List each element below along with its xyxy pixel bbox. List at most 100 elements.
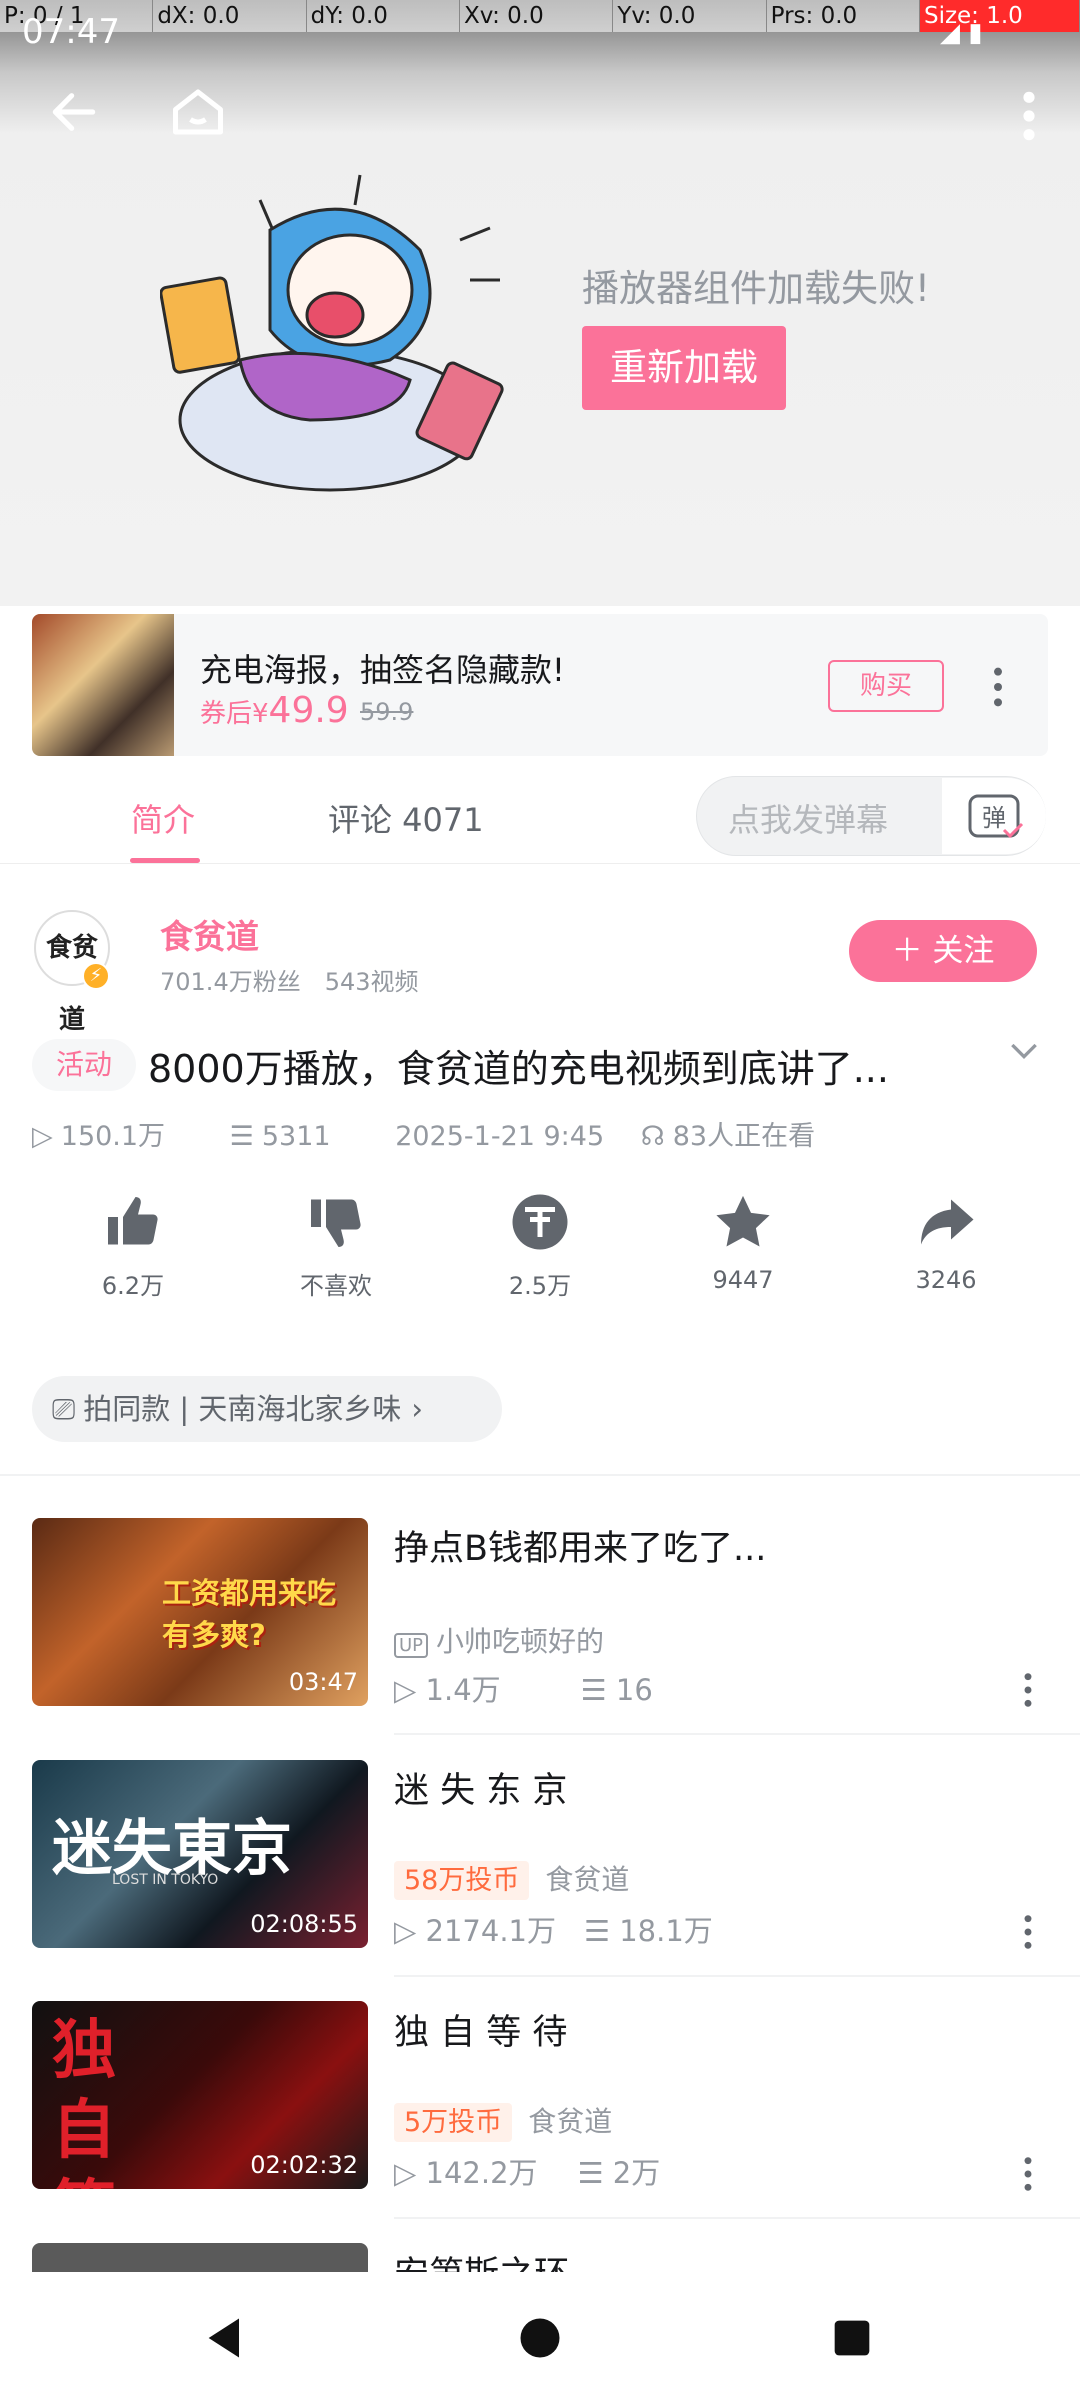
debug-dy: dY: 0.0 <box>307 0 460 32</box>
activity-tag[interactable]: 活动 <box>32 1039 136 1091</box>
favorite-button[interactable]: 9447 <box>673 1192 813 1294</box>
share-button[interactable]: 3246 <box>876 1192 1016 1294</box>
nav-recents-icon[interactable] <box>826 2312 878 2368</box>
danmaku-icon: 弹 <box>968 794 1024 839</box>
watching-people-icon: ☊ <box>640 1121 665 1152</box>
dislike-icon <box>266 1192 406 1258</box>
coin-badge: 58万投币 <box>394 1861 530 1900</box>
video-meta-row: ▷ 150.1万 ☰ 5311 2025-1-21 9:45 ☊ 83人正在看 <box>32 1114 871 1153</box>
ad-more-icon[interactable] <box>988 664 1008 714</box>
danmaku-toggle-button[interactable]: 弹 <box>942 778 1046 854</box>
section-divider <box>0 1474 1080 1476</box>
screen: { "debug": {"items":["P: 0 / 1","dX: 0.0… <box>0 0 1080 2400</box>
tab-active-underline <box>130 858 200 863</box>
coin-badge: 5万投币 <box>394 2103 513 2142</box>
debug-yv: Yv: 0.0 <box>613 0 767 32</box>
product-ad-price: 券后¥49.9 <box>200 690 349 731</box>
danmaku-value: 18.1万 <box>619 1914 713 1948</box>
same-style-label: 拍同款 | 天南海北家乡味 <box>83 1392 402 1426</box>
publish-date: 2025-1-21 9:45 <box>395 1121 605 1152</box>
coin-count: 2.5万 <box>508 1272 572 1300</box>
up-badge-icon: UP <box>394 1633 429 1658</box>
play-icon: ▷ <box>394 2156 426 2190</box>
related-thumbnail[interactable]: 迷失東京 LOST IN TOKYO 02:08:55 <box>32 1760 368 1948</box>
related-title: 安第斯之环 <box>394 2246 569 2272</box>
thumbnail-caption: 独自等待 <box>52 2014 116 2189</box>
status-clock: 07:47 <box>22 12 120 52</box>
more-vertical-icon[interactable] <box>1014 88 1044 148</box>
uploader-name: 食贫道 <box>545 1863 630 1896</box>
danmaku-placeholder: 点我发弹幕 <box>728 801 889 839</box>
reload-button[interactable]: 重新加载 <box>582 326 786 410</box>
danmaku-value: 16 <box>615 1673 653 1707</box>
related-meta: ▷ 142.2万 ☰ 2万 <box>394 2150 660 2192</box>
debug-prs: Prs: 0.0 <box>767 0 920 32</box>
home-icon[interactable] <box>168 82 228 154</box>
related-meta: ▷ 1.4万 ☰ 16 <box>394 1667 653 1709</box>
price-prefix: 券后¥ <box>200 699 269 729</box>
product-ad-old-price: 59.9 <box>360 698 414 726</box>
chevron-right-icon: › <box>411 1392 424 1426</box>
related-meta: ▷ 2174.1万 ☰ 18.1万 <box>394 1908 713 1950</box>
buy-button[interactable]: 购买 <box>828 660 944 712</box>
watching-value: 83人正在看 <box>672 1121 816 1152</box>
same-style-pill[interactable]: ⎚ 拍同款 | 天南海北家乡味 › <box>32 1376 502 1442</box>
danmaku-value: 5311 <box>261 1121 331 1152</box>
back-arrow-icon[interactable] <box>46 84 102 152</box>
video-duration: 02:08:55 <box>250 1910 358 1938</box>
camera-play-icon: ⎚ <box>52 1392 76 1426</box>
nav-home-icon[interactable] <box>514 2312 566 2368</box>
row-divider <box>394 2217 1080 2219</box>
related-title: 挣点B钱都用来了吃了... <box>394 1529 767 1569</box>
play-icon: ▷ <box>394 1673 426 1707</box>
follow-button[interactable]: ＋ 关注 <box>849 920 1037 982</box>
item-more-icon[interactable] <box>1018 2154 1038 2198</box>
danmaku-icon: ☰ <box>580 1673 616 1707</box>
row-divider <box>394 1975 1080 1977</box>
favorite-count: 9447 <box>712 1266 774 1294</box>
video-duration: 03:47 <box>288 1668 358 1696</box>
product-ad-title: 充电海报，抽签名隐藏款! <box>200 651 565 689</box>
plays-value: 142.2万 <box>425 2156 538 2190</box>
like-button[interactable]: 6.2万 <box>63 1192 203 1301</box>
related-title: 迷 失 东 京 <box>394 1771 568 1811</box>
related-thumbnail[interactable] <box>32 2243 368 2272</box>
danmaku-stat: ☰ 5311 <box>230 1121 359 1152</box>
share-count: 3246 <box>915 1266 977 1294</box>
verified-badge-icon: ⚡ <box>82 962 110 990</box>
danmaku-value: 2万 <box>612 2156 661 2190</box>
star-icon <box>673 1192 813 1258</box>
tab-intro[interactable]: 简介 <box>131 795 195 841</box>
tab-comments[interactable]: 评论 4071 <box>328 795 484 841</box>
like-count: 6.2万 <box>101 1272 165 1300</box>
debug-dx: dX: 0.0 <box>153 0 307 32</box>
play-icon: ▷ <box>394 1914 426 1948</box>
item-more-icon[interactable] <box>1018 1670 1038 1714</box>
watching-stat: ☊ 83人正在看 <box>641 1121 843 1152</box>
coin-button[interactable]: 2.5万 <box>470 1192 610 1301</box>
price-value: 49.9 <box>268 690 349 731</box>
related-uploader: UP 小帅吃顿好的 <box>394 1620 604 1660</box>
share-icon <box>876 1192 1016 1258</box>
related-uploader: 5万投币 食贫道 <box>394 2100 612 2142</box>
chevron-down-icon[interactable] <box>1004 1030 1044 1079</box>
item-more-icon[interactable] <box>1018 1912 1038 1956</box>
related-thumbnail[interactable]: 独自等待 02:02:32 <box>32 2001 368 2189</box>
signal-battery-icons: ◢ ▮ <box>940 18 983 48</box>
product-ad-image <box>32 614 174 756</box>
player-error-text: 播放器组件加载失败! <box>582 267 930 310</box>
nav-back-icon[interactable] <box>200 2312 252 2368</box>
related-thumbnail[interactable]: 工资都用来吃 有多爽? 03:47 <box>32 1518 368 1706</box>
related-title: 独 自 等 待 <box>394 2013 568 2053</box>
play-count-icon: ▷ <box>32 1121 53 1152</box>
thumbnail-caption: 工资都用来吃 有多爽? <box>162 1576 337 1652</box>
danmaku-icon-glyph: 弹 <box>982 804 1006 832</box>
plays-value: 1.4万 <box>425 1673 501 1707</box>
coin-icon <box>470 1192 610 1258</box>
plays-value: 2174.1万 <box>425 1914 557 1948</box>
uploader-name[interactable]: 食贫道 <box>160 910 259 958</box>
dislike-button[interactable]: 不喜欢 <box>266 1192 406 1301</box>
video-player[interactable]: 播放器组件加载失败! 重新加载 <box>0 0 1080 606</box>
uploader-stats: 701.4万粉丝 543视频 <box>160 968 419 996</box>
debug-xv: Xv: 0.0 <box>460 0 614 32</box>
